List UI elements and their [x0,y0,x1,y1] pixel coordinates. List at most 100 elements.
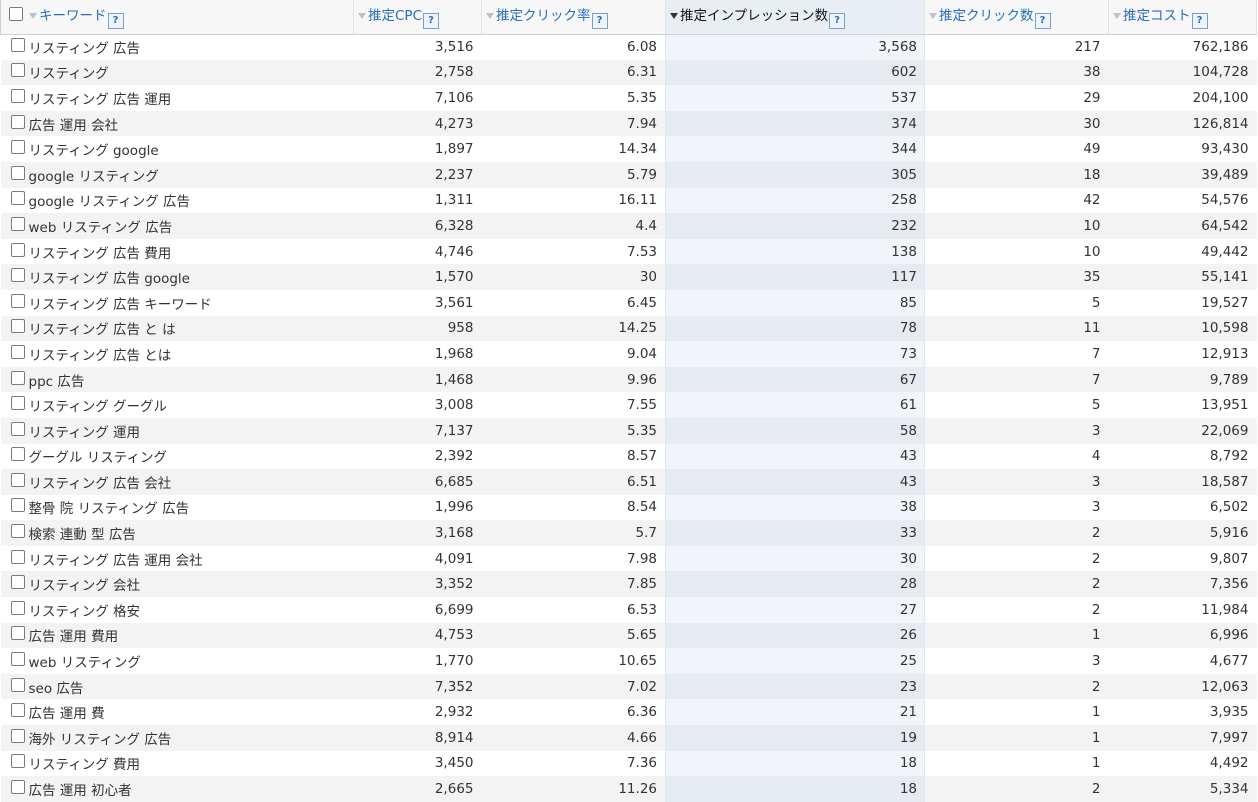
row-checkbox[interactable] [10,370,25,385]
row-checkbox[interactable] [10,677,25,692]
header-ctr[interactable]: 推定クリック率? [481,0,666,35]
row-checkbox[interactable] [10,63,25,78]
row-checkbox[interactable] [10,396,25,411]
header-cpc-label[interactable]: 推定CPC [368,8,422,24]
cell-cpc: 1,770 [434,653,474,670]
row-checkbox[interactable] [10,754,25,769]
cell-keyword: リスティング 広告 キーワード [1,290,354,316]
keyword-text: 広告 運用 費 [28,706,105,723]
cell-clicks: 18 [1083,166,1101,183]
row-checkbox[interactable] [10,549,25,564]
row-checkbox[interactable] [10,600,25,615]
help-icon[interactable]: ? [423,13,439,30]
help-icon[interactable]: ? [1191,13,1208,30]
cell-ctr: 7.98 [626,550,657,567]
cell-impressions: 58 [665,417,925,444]
help-icon[interactable]: ? [107,13,124,30]
header-cost-label[interactable]: 推定コスト [1123,8,1191,24]
select-all-checkbox[interactable] [9,7,23,22]
cell-cost: 12,063 [1201,678,1249,695]
cell-ctr: 9.04 [626,345,657,362]
row-checkbox[interactable] [10,652,25,667]
row-checkbox[interactable] [10,38,25,53]
keyword-text: 海外 リスティング 広告 [28,731,172,748]
keyword-text: web リスティング [28,655,141,672]
cell-keyword: web リスティング [1,648,354,674]
header-cpc[interactable]: 推定CPC? [353,0,482,35]
cell-cost: 12,913 [1201,345,1249,362]
cell-cost: 13,951 [1201,397,1249,414]
cell-cpc: 1,968 [434,345,474,362]
header-ctr-label[interactable]: 推定クリック率 [496,8,591,24]
cell-ctr: 4.66 [626,729,657,746]
cell-cpc: 6,699 [434,601,474,618]
cell-clicks: 10 [1083,243,1101,260]
header-clicks-label[interactable]: 推定クリック数 [939,8,1034,24]
row-checkbox[interactable] [10,191,25,206]
keyword-text: リスティング 運用 [28,424,140,441]
cell-cost: 54,576 [1201,192,1249,209]
header-impressions[interactable]: 推定インプレッション数? [665,0,925,35]
cell-clicks: 1 [1091,704,1101,721]
cell-clicks: 49 [1083,141,1101,158]
row-checkbox[interactable] [10,780,25,795]
table-row: 広告 運用 会社 4,273 7.94 374 30 126,814 [0,110,1257,137]
row-checkbox[interactable] [10,575,25,590]
row-checkbox[interactable] [10,114,25,129]
cell-ctr: 7.53 [626,243,657,260]
row-checkbox[interactable] [10,293,25,308]
row-checkbox[interactable] [10,140,25,155]
cell-cpc: 1,311 [434,192,474,209]
cell-cpc: 3,516 [434,39,474,56]
help-icon[interactable]: ? [829,13,846,30]
cell-cpc: 3,561 [434,294,474,311]
cell-clicks: 2 [1091,550,1101,567]
cell-keyword: 海外 リスティング 広告 [1,725,354,751]
cell-cost: 126,814 [1192,115,1249,132]
row-checkbox[interactable] [10,626,25,641]
cell-cost: 18,587 [1201,473,1249,490]
row-checkbox[interactable] [10,319,25,334]
cell-cost: 7,356 [1209,576,1249,593]
cell-ctr: 5.7 [635,525,657,542]
cell-clicks: 5 [1091,397,1101,414]
table-row: リスティング 広告 とは 1,968 9.04 73 7 12,913 [1,341,1257,367]
row-checkbox[interactable] [10,728,25,743]
row-checkbox[interactable] [10,165,25,180]
row-checkbox[interactable] [10,498,25,513]
cell-impressions: 73 [665,341,925,367]
cell-keyword: google リスティング [1,162,354,188]
header-keyword-label[interactable]: キーワード [39,8,107,24]
cell-cost: 8,792 [1209,448,1249,465]
row-checkbox[interactable] [10,524,25,539]
header-clicks[interactable]: 推定クリック数? [924,0,1109,35]
row-checkbox[interactable] [10,703,25,718]
row-checkbox[interactable] [10,421,25,436]
row-checkbox[interactable] [10,268,25,283]
table-row: リスティング 広告 費用 4,746 7.53 138 10 49,442 [1,238,1257,265]
row-checkbox[interactable] [10,472,25,487]
cell-clicks: 2 [1091,601,1101,618]
cell-clicks: 2 [1091,525,1101,542]
keyword-text: google リスティング [28,168,159,185]
row-checkbox[interactable] [10,447,25,462]
help-icon[interactable]: ? [591,13,608,30]
cell-ctr: 7.36 [626,755,657,772]
cell-cost: 10,598 [1201,320,1249,337]
help-icon[interactable]: ? [1034,13,1051,30]
cell-clicks: 7 [1091,371,1101,388]
header-keyword[interactable]: キーワード? [0,0,354,35]
cell-cost: 9,807 [1209,550,1249,567]
row-checkbox[interactable] [10,344,25,359]
cell-clicks: 35 [1083,269,1101,286]
row-checkbox[interactable] [10,242,25,257]
row-checkbox[interactable] [10,88,25,103]
header-impressions-label[interactable]: 推定インプレッション数 [680,8,828,24]
keyword-text: リスティング 広告 費用 [28,245,172,262]
table-row: 検索 連動 型 広告 3,168 5.7 33 2 5,916 [0,520,1257,546]
keyword-text: リスティング [28,66,109,83]
cell-clicks: 11 [1083,320,1101,337]
row-checkbox[interactable] [10,216,25,231]
keyword-text: 整骨 院 リスティング 広告 [28,501,190,518]
header-cost[interactable]: 推定コスト? [1108,0,1257,35]
